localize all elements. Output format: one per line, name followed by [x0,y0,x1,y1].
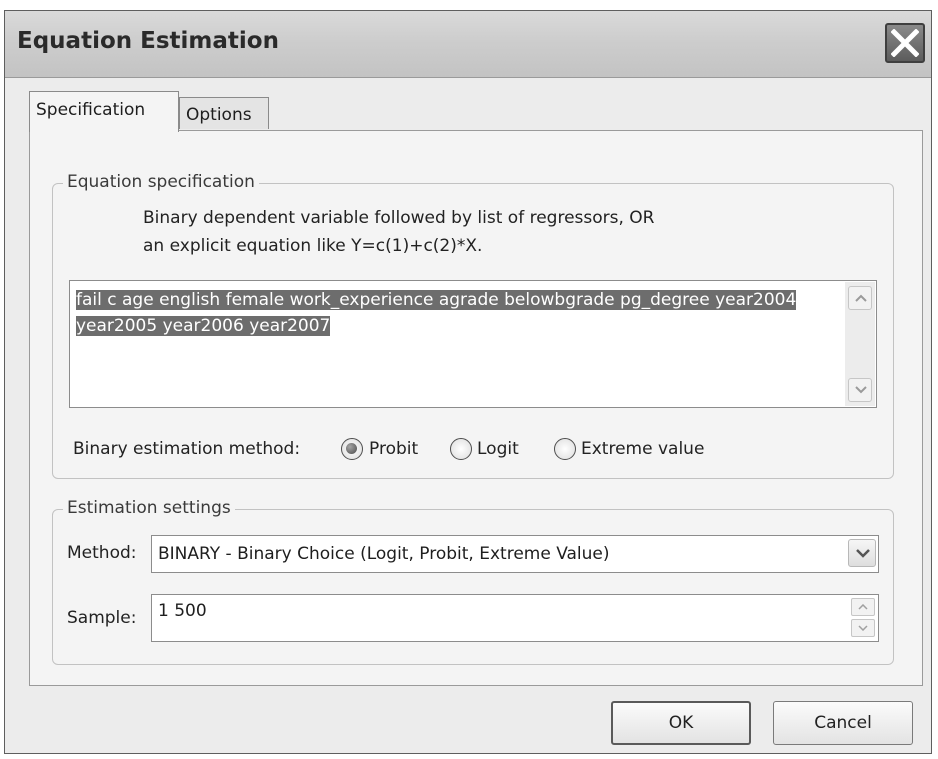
radio-extreme-value[interactable] [554,438,576,460]
chevron-up-icon [855,294,867,302]
tab-options[interactable]: Options [179,97,269,129]
method-dropdown-button[interactable] [848,539,876,567]
tab-specification[interactable]: Specification [29,91,179,132]
method-select[interactable]: BINARY - Binary Choice (Logit, Probit, E… [151,535,879,573]
scroll-down-button[interactable] [848,378,872,402]
equation-input[interactable]: fail c age english female work_experienc… [69,280,877,408]
method-label: Method: [67,543,137,563]
radio-probit-label[interactable]: Probit [369,439,418,459]
estimation-settings-group: Estimation settings Method: BINARY - Bin… [52,498,894,665]
radio-extreme-value-label[interactable]: Extreme value [581,439,704,459]
radio-logit[interactable] [450,438,472,460]
equation-scrollbar[interactable] [845,282,875,406]
chevron-down-icon [855,386,867,394]
specification-panel: Equation specification Binary dependent … [29,130,923,686]
binary-method-label: Binary estimation method: [73,439,301,459]
close-icon [891,29,919,57]
chevron-down-icon [858,625,868,631]
equation-estimation-dialog: Equation Estimation Specification Option… [4,10,932,754]
chevron-up-icon [858,604,868,610]
method-select-value: BINARY - Binary Choice (Logit, Probit, E… [158,544,610,564]
sample-spin-down[interactable] [851,619,875,637]
close-button[interactable] [885,23,925,63]
estimation-settings-legend: Estimation settings [63,498,235,518]
ok-button[interactable]: OK [611,701,751,745]
equation-specification-legend: Equation specification [63,172,259,192]
sample-spin-up[interactable] [851,598,875,616]
equation-specification-group: Equation specification Binary dependent … [52,172,894,479]
equation-text: fail c age english female work_experienc… [76,290,797,336]
radio-logit-label[interactable]: Logit [477,439,519,459]
radio-selected-dot [346,443,357,454]
help-text-line2: an explicit equation like Y=c(1)+c(2)*X. [143,236,483,256]
dialog-title: Equation Estimation [17,28,279,54]
cancel-button[interactable]: Cancel [773,701,913,745]
title-bar[interactable]: Equation Estimation [5,11,931,78]
help-text-line1: Binary dependent variable followed by li… [143,208,655,228]
sample-label: Sample: [67,608,137,628]
radio-probit[interactable] [341,438,363,460]
sample-input[interactable]: 1 500 [151,594,879,642]
scroll-up-button[interactable] [848,286,872,310]
sample-value: 1 500 [158,601,207,621]
chevron-down-icon [856,549,870,558]
